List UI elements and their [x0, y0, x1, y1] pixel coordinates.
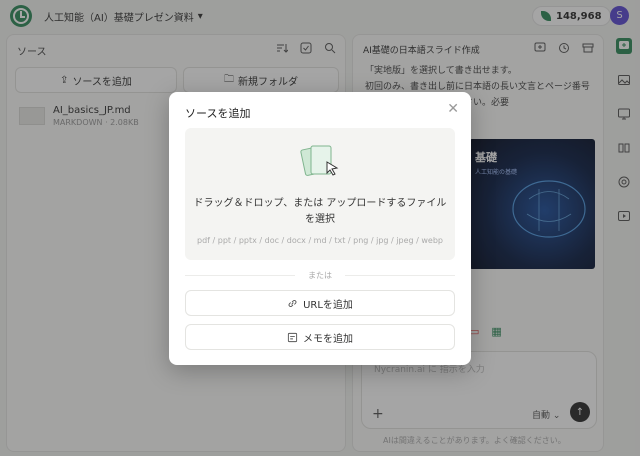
add-url-label: URLを追加 — [303, 299, 353, 311]
dropzone-text: ドラッグ＆ドロップ、または アップロードするファイルを選択 — [193, 198, 447, 225]
add-url-button[interactable]: URLを追加 — [185, 290, 455, 316]
close-icon[interactable]: ✕ — [447, 102, 459, 116]
add-memo-button[interactable]: メモを追加 — [185, 324, 455, 350]
file-types-text: pdf / ppt / pptx / doc / docx / md / txt… — [197, 236, 443, 245]
dialog-title: ソースを追加 — [185, 107, 251, 120]
add-memo-label: メモを追加 — [303, 333, 353, 345]
files-illustration-icon — [300, 145, 339, 176]
add-source-dialog: ソースを追加 ✕ ドラッグ＆ドロップ、または アップロードするファイルを選択 p… — [169, 92, 471, 365]
link-icon — [288, 299, 297, 307]
file-dropzone[interactable]: ドラッグ＆ドロップ、または アップロードするファイルを選択 pdf / ppt … — [185, 128, 455, 260]
memo-icon — [287, 332, 298, 342]
divider — [345, 275, 455, 276]
